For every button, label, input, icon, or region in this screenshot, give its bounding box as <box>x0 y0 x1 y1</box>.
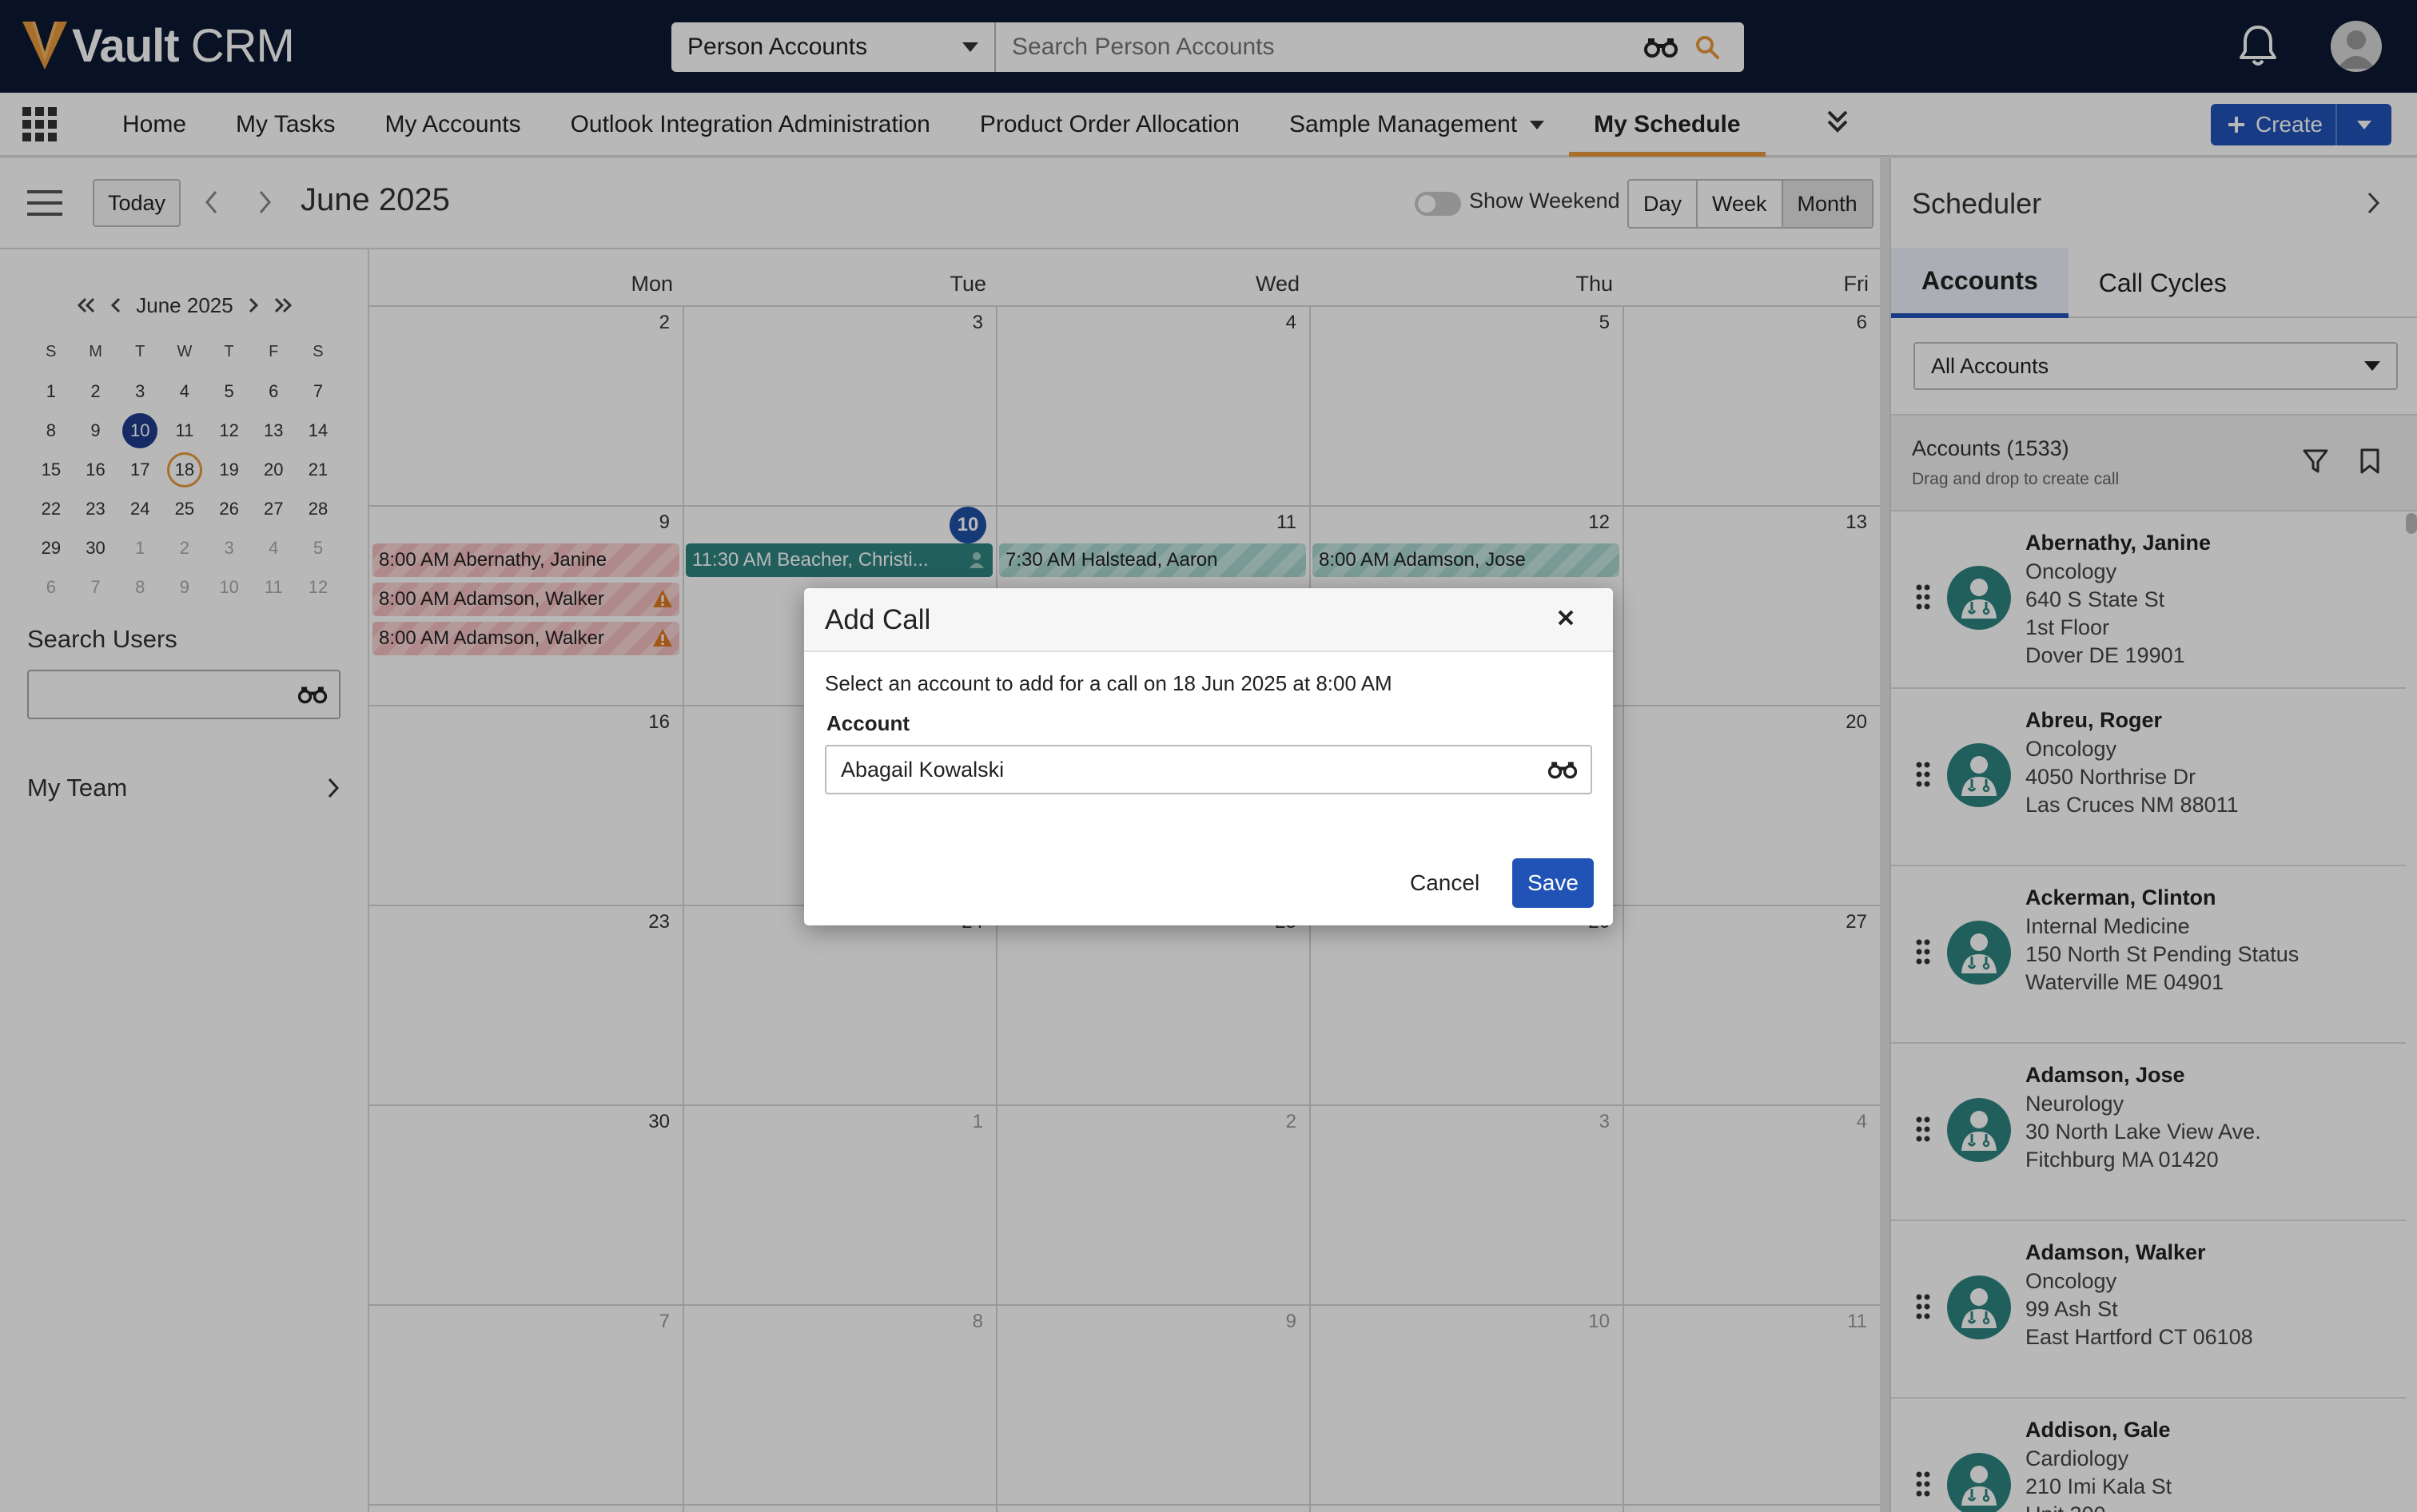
account-lookup-field[interactable]: Abagail Kowalski <box>825 745 1592 794</box>
account-field-value: Abagail Kowalski <box>841 757 1005 782</box>
dialog-message: Select an account to add for a call on 1… <box>825 671 1392 695</box>
save-button[interactable]: Save <box>1512 858 1594 908</box>
binoculars-icon[interactable] <box>1547 759 1578 780</box>
dialog-header: Add Call <box>804 588 1613 652</box>
account-field-label: Account <box>826 711 910 735</box>
add-call-dialog: Add Call Select an account to add for a … <box>804 588 1613 925</box>
dialog-title: Add Call <box>825 604 931 635</box>
close-icon[interactable] <box>1555 607 1576 628</box>
cancel-button[interactable]: Cancel <box>1399 858 1491 908</box>
